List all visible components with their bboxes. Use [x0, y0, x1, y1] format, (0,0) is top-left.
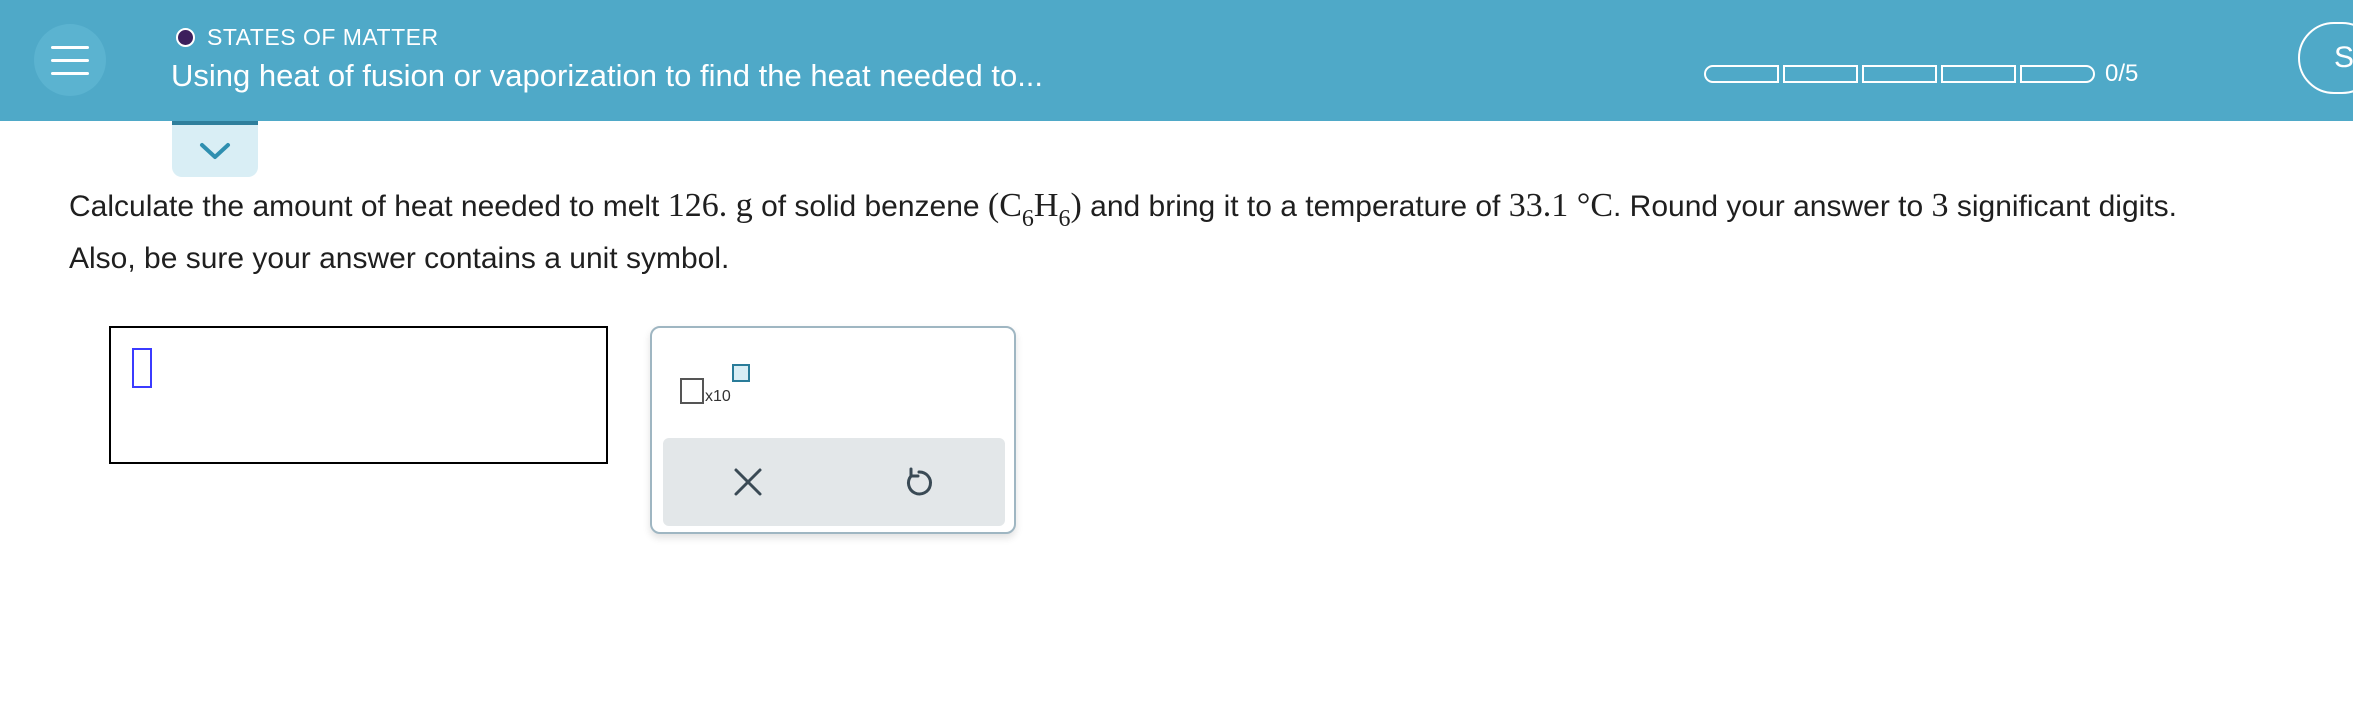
- question-text-part: . Round your answer to: [1613, 190, 1932, 223]
- topic-row: STATES OF MATTER: [176, 24, 439, 51]
- x10-label: x10: [705, 388, 731, 405]
- formula-part: H: [1033, 187, 1059, 224]
- question-line-2: Also, be sure your answer contains a uni…: [69, 242, 730, 275]
- hamburger-icon-line: [51, 71, 89, 75]
- question-text-part: significant digits.: [1948, 190, 2177, 223]
- scientific-notation-icon: [680, 378, 704, 404]
- undo-button[interactable]: [901, 464, 937, 500]
- progress-segment: [2020, 65, 2095, 83]
- question-text-part: and bring it to a temperature of: [1081, 190, 1509, 223]
- topic-label: STATES OF MATTER: [207, 24, 439, 50]
- mass-unit: g: [727, 187, 753, 224]
- sig-digits-value: 3: [1931, 187, 1949, 224]
- mass-value: 126.: [667, 187, 728, 224]
- formula-subscript: 6: [1058, 206, 1071, 232]
- question-text: Calculate the amount of heat needed to m…: [69, 180, 2177, 285]
- question-line-1: Calculate the amount of heat needed to m…: [69, 180, 2177, 233]
- hamburger-icon-line: [51, 45, 89, 49]
- topic-dot-icon: [176, 28, 195, 47]
- progress-segment: [1783, 65, 1858, 83]
- menu-button[interactable]: [34, 24, 106, 96]
- clear-button[interactable]: [730, 464, 766, 500]
- formula-part: (C: [987, 187, 1022, 224]
- close-icon: [734, 468, 762, 496]
- hamburger-icon-line: [51, 58, 89, 62]
- progress-bar: 0/5: [1704, 60, 2138, 88]
- scientific-notation-button[interactable]: x10: [680, 358, 752, 418]
- collapse-toggle[interactable]: [172, 121, 258, 177]
- temperature-value: 33.1 °C: [1508, 187, 1613, 224]
- tool-actions-bar: [663, 438, 1005, 526]
- progress-segment: [1704, 65, 1779, 83]
- math-tool-panel: x10: [650, 326, 1016, 534]
- user-avatar[interactable]: S: [2298, 22, 2353, 94]
- question-text-part: of solid benzene: [752, 190, 988, 223]
- formula-part: ): [1070, 187, 1082, 224]
- page-title: Using heat of fusion or vaporization to …: [171, 58, 1044, 93]
- input-caret: [132, 348, 152, 388]
- answer-input[interactable]: [109, 326, 608, 464]
- progress-segment: [1941, 65, 2016, 83]
- undo-icon: [907, 467, 932, 496]
- progress-segment: [1862, 65, 1937, 83]
- progress-count: 0/5: [2105, 60, 2139, 87]
- question-text-part: Calculate the amount of heat needed to m…: [69, 190, 668, 223]
- chemical-formula: (C6H6): [987, 187, 1082, 231]
- exponent-box-icon: [732, 364, 750, 382]
- top-bar: STATES OF MATTER Using heat of fusion or…: [0, 0, 2353, 121]
- chevron-down-icon: [200, 143, 230, 159]
- formula-subscript: 6: [1021, 206, 1034, 232]
